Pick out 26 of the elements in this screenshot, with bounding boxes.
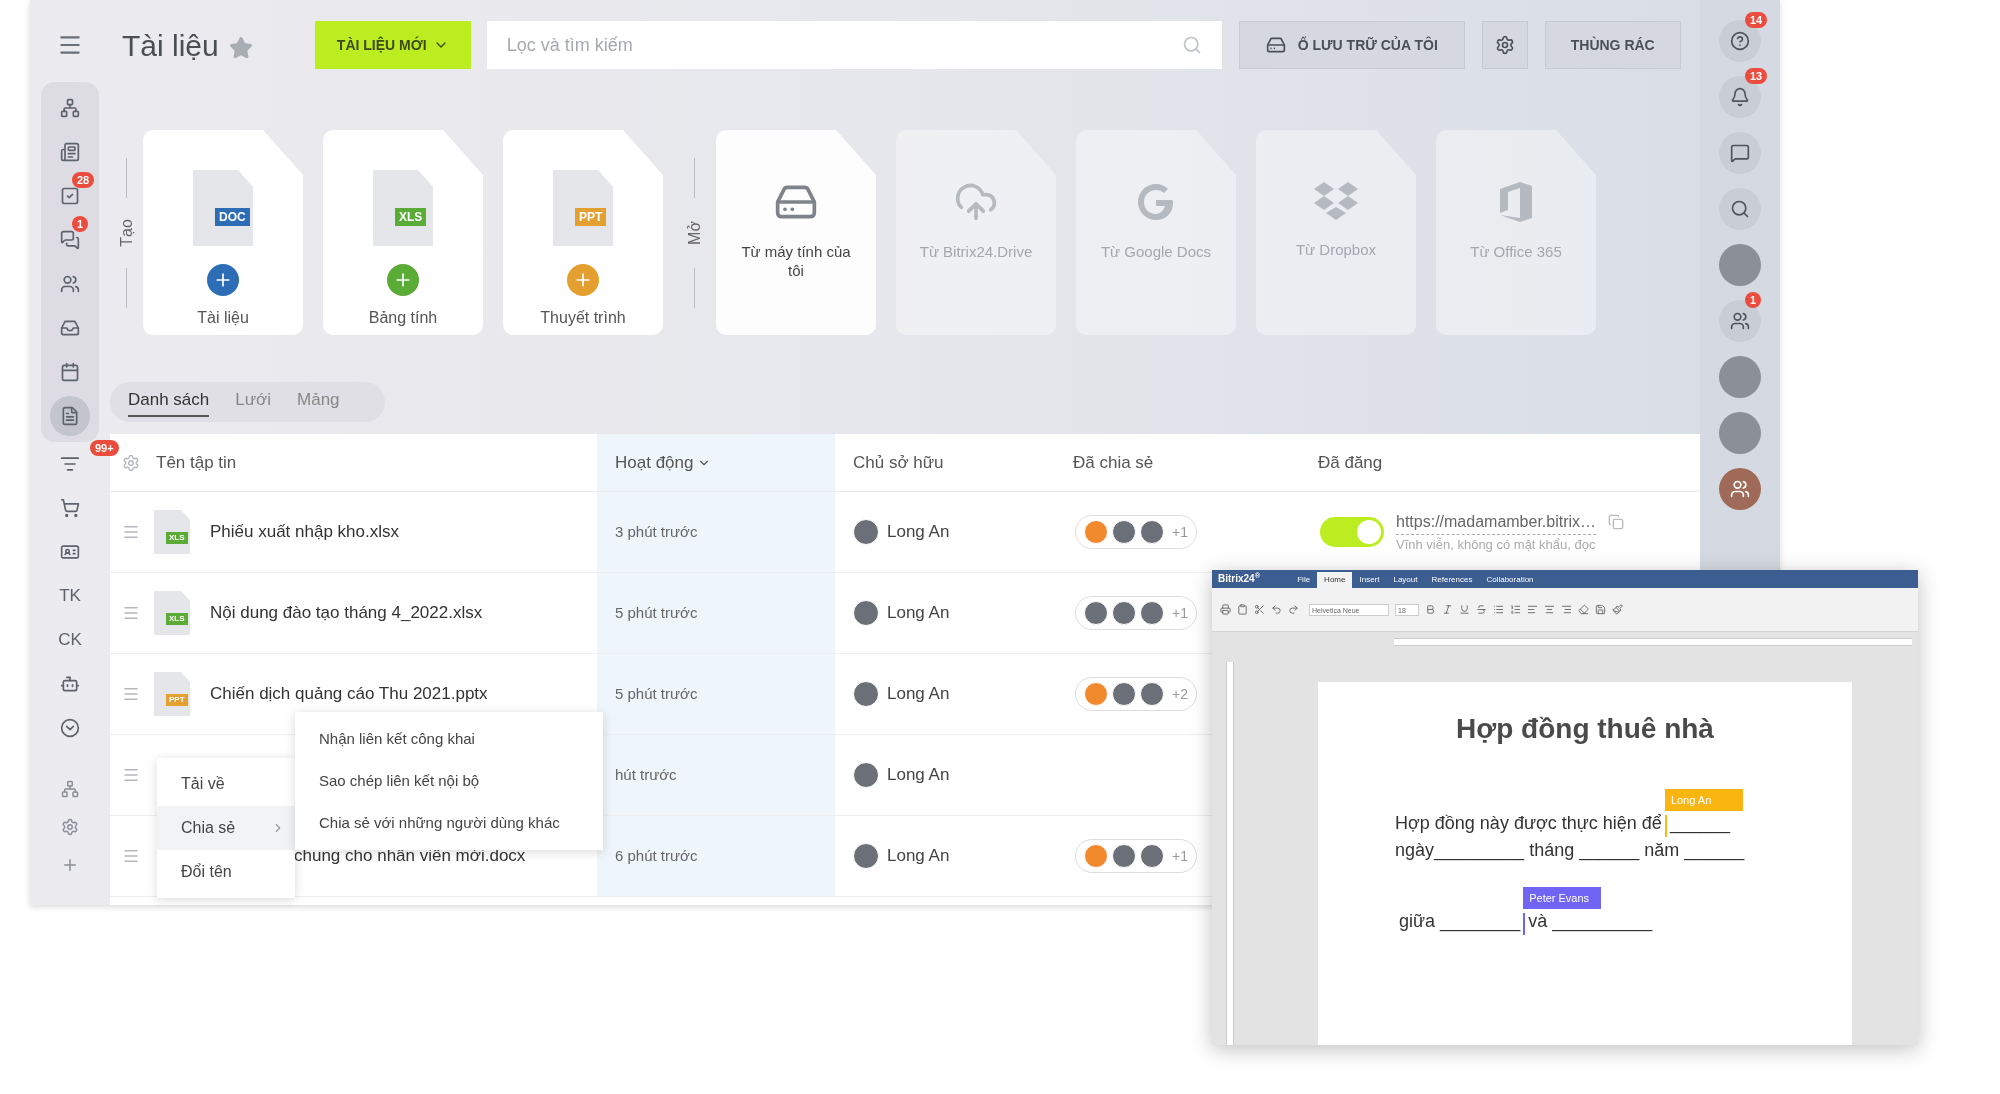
collaborator-label: Long An bbox=[1664, 789, 1743, 811]
app-brand: Bitrix24$^{®}$ bbox=[1218, 571, 1261, 586]
count-badge: 14 bbox=[1745, 12, 1768, 28]
count-badge: 1 bbox=[72, 216, 89, 232]
activity-time: hút trước bbox=[615, 764, 677, 785]
file-type-icon: XLS bbox=[373, 170, 433, 246]
count-badge: 13 bbox=[1745, 68, 1768, 84]
count-badge: 99+ bbox=[90, 440, 119, 456]
count-badge: 28 bbox=[72, 172, 95, 188]
collaborator-label: Peter Evans bbox=[1523, 887, 1602, 909]
document-text: và __________ bbox=[1528, 910, 1653, 934]
file-type-icon: DOC bbox=[193, 170, 253, 246]
file-type-icon: PPT bbox=[154, 672, 190, 716]
section-label: Mở bbox=[684, 220, 704, 245]
link-note: Vĩnh viễn, không có mật khẩu, đọc bbox=[1396, 535, 1597, 554]
activity-time: 5 phút trước bbox=[615, 602, 698, 623]
activity-time: 5 phút trước bbox=[615, 683, 698, 704]
activity-time: 3 phút trước bbox=[615, 521, 698, 542]
file-type-icon: XLS bbox=[154, 510, 190, 554]
count-badge: 1 bbox=[1745, 292, 1762, 308]
file-type-icon: XLS bbox=[154, 591, 190, 635]
activity-time: 6 phút trước bbox=[615, 845, 698, 866]
document-text: giữa ________ bbox=[1399, 910, 1521, 934]
file-type-icon: PPT bbox=[553, 170, 613, 246]
section-label: Tạo bbox=[116, 218, 136, 247]
page-title: Tài liệu bbox=[122, 27, 219, 64]
